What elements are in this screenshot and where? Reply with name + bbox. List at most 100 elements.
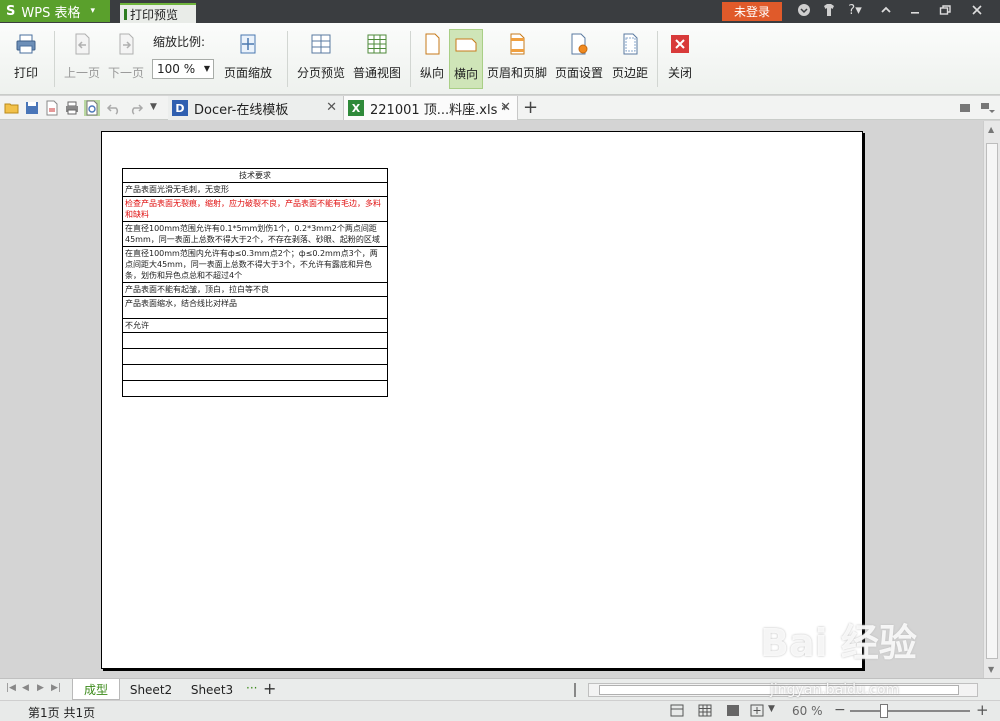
baidu-jingyan-watermark: Bai 经验 (760, 621, 917, 665)
page-layout-icon[interactable] (698, 704, 712, 717)
separator (54, 31, 55, 87)
zoom-select-value: 100 % (157, 62, 196, 76)
header-footer-button[interactable]: 页眉和页脚 (486, 29, 548, 89)
next-page-button[interactable]: 下一页 (104, 29, 148, 89)
table-cell: 产品表面缩水，结合线比对样品 (122, 296, 388, 319)
close-label: 关闭 (667, 66, 692, 80)
customize-dropdown-icon[interactable]: ▼ (150, 102, 157, 112)
normal-view-label: 普通视图 (352, 66, 401, 80)
zoom-percent[interactable]: 60 % (792, 704, 823, 718)
login-button[interactable]: 未登录 (722, 2, 782, 21)
zoom-select[interactable]: 100 % ▼ (152, 59, 214, 79)
print-button[interactable]: 打印 (6, 29, 46, 89)
table-row: 在直径100mm范围允许有0.1*5mm划伤1个，0.2*3mm2个两点间距45… (122, 221, 388, 247)
header-footer-label: 页眉和页脚 (486, 66, 547, 80)
table-row: 不允许 (122, 318, 388, 333)
restore-icon[interactable] (936, 3, 954, 19)
table-cell: 检查产品表面无裂痕，缩射，应力破裂不良，产品表面不能有毛边，多料和缺料 (122, 196, 388, 222)
minimize-icon[interactable] (906, 3, 924, 19)
prev-page-icon (75, 33, 90, 55)
more-sheets-icon[interactable]: ··· (246, 681, 257, 695)
scroll-up-icon[interactable]: ▲ (988, 125, 994, 134)
split-handle[interactable] (574, 683, 576, 697)
doc-tab-label: Docer-在线模板 (194, 102, 289, 118)
table-cell (122, 332, 388, 349)
quick-access-bar: ▼ D Docer-在线模板 ✕ X 221001 顶...料座.xls * ✕… (0, 96, 1000, 120)
save-icon[interactable] (24, 100, 40, 116)
view-dropdown-icon[interactable]: ▼ (768, 704, 775, 714)
first-sheet-icon[interactable]: |◀ (6, 683, 16, 693)
zoom-out-icon[interactable]: − (834, 702, 846, 718)
zoom-in-icon[interactable]: + (976, 701, 989, 719)
portrait-button[interactable]: 纵向 (416, 29, 448, 89)
fullscreen-icon[interactable] (750, 704, 764, 717)
print-icon[interactable] (64, 100, 80, 116)
table-cell (122, 348, 388, 365)
normal-view-icon[interactable] (670, 704, 684, 717)
table-cell: 产品表面不能有起皱，顶白，拉白等不良 (122, 282, 388, 297)
help-icon[interactable]: ?▾ (844, 3, 866, 19)
page-setup-button[interactable]: 页面设置 (552, 29, 606, 89)
prev-page-button[interactable]: 上一页 (60, 29, 104, 89)
table-row (122, 332, 388, 349)
table-row: 检查产品表面无裂痕，缩射，应力破裂不良，产品表面不能有毛边，多料和缺料 (122, 196, 388, 222)
docer-icon: D (172, 100, 188, 116)
add-sheet-icon[interactable]: + (263, 679, 276, 698)
export-pdf-icon[interactable] (44, 100, 60, 116)
page-break-icon (311, 34, 331, 54)
doc-tab-label: 221001 顶...料座.xls * (370, 102, 508, 118)
sheet-tab-sheet2[interactable]: Sheet2 (124, 679, 178, 700)
last-sheet-icon[interactable]: ▶| (51, 683, 61, 693)
print-preview-icon[interactable] (84, 100, 100, 116)
skin-icon[interactable] (795, 3, 813, 19)
table-cell (122, 364, 388, 381)
scroll-down-icon[interactable]: ▼ (988, 665, 994, 674)
table-cell: 在直径100mm范围允许有0.1*5mm划伤1个，0.2*3mm2个两点间距45… (122, 221, 388, 247)
watermark-url: jingyan.baidu.com (770, 682, 900, 698)
separator (287, 31, 288, 87)
table-row: 产品表面缩水，结合线比对样品 (122, 296, 388, 319)
tab-print-preview[interactable]: 打印预览 (120, 3, 196, 23)
vertical-scrollbar[interactable]: ▲ ▼ (983, 121, 1000, 678)
landscape-button[interactable]: 横向 (449, 29, 483, 89)
page-info: 第1页 共1页 (28, 706, 96, 720)
close-tab-icon[interactable]: ✕ (500, 100, 511, 115)
sheet-tab-chengxing[interactable]: 成型 (72, 679, 120, 700)
sheet-tab-sheet3[interactable]: Sheet3 (184, 679, 240, 700)
window-list-icon[interactable] (957, 100, 973, 116)
app-menu-button[interactable]: S WPS 表格 ▾ (0, 0, 110, 22)
print-page: 技术要求 产品表面光滑无毛刺，无变形 检查产品表面无裂痕，缩射，应力破裂不良，产品表… (101, 131, 863, 669)
normal-view-button[interactable]: 普通视图 (350, 29, 404, 89)
prev-sheet-icon[interactable]: ◀ (22, 683, 29, 693)
margins-button[interactable]: 页边距 (610, 29, 650, 89)
wps-logo-icon: S (6, 3, 16, 19)
shirt-icon[interactable] (820, 3, 838, 19)
undo-icon[interactable] (106, 100, 122, 116)
new-tab-icon[interactable]: + (523, 97, 538, 118)
margins-icon (623, 33, 638, 55)
open-folder-icon[interactable] (4, 100, 20, 116)
tab-menu-icon[interactable] (979, 100, 995, 116)
table-row: 技术要求 (122, 168, 388, 183)
next-sheet-icon[interactable]: ▶ (37, 683, 44, 693)
zoom-slider-track[interactable] (850, 710, 970, 712)
vertical-scroll-thumb[interactable] (986, 143, 998, 659)
table-row (122, 364, 388, 381)
grid-view-icon (367, 34, 387, 54)
landscape-label: 横向 (453, 67, 478, 81)
doc-tab-docer[interactable]: D Docer-在线模板 ✕ (168, 96, 344, 120)
page-zoom-button[interactable]: 页面缩放 (218, 29, 278, 89)
table-cell: 在直径100mm范围内允许有ф≤0.3mm点2个；ф≤0.2mm点3个，两点间距… (122, 246, 388, 283)
collapse-ribbon-icon[interactable] (877, 3, 895, 19)
redo-icon[interactable] (128, 100, 144, 116)
close-preview-button[interactable]: 关闭 (664, 29, 696, 89)
page-break-view-icon[interactable] (726, 704, 740, 717)
zoom-slider-thumb[interactable] (880, 704, 888, 718)
page-zoom-label: 页面缩放 (223, 66, 272, 80)
close-tab-icon[interactable]: ✕ (326, 100, 337, 115)
doc-tab-spreadsheet[interactable]: X 221001 顶...料座.xls * ✕ (344, 96, 518, 120)
sheet-table: 技术要求 产品表面光滑无毛刺，无变形 检查产品表面无裂痕，缩射，应力破裂不良，产品表… (122, 168, 388, 397)
page-break-preview-button[interactable]: 分页预览 (294, 29, 348, 89)
app-name: WPS 表格 (21, 5, 81, 21)
close-window-icon[interactable] (968, 3, 986, 19)
